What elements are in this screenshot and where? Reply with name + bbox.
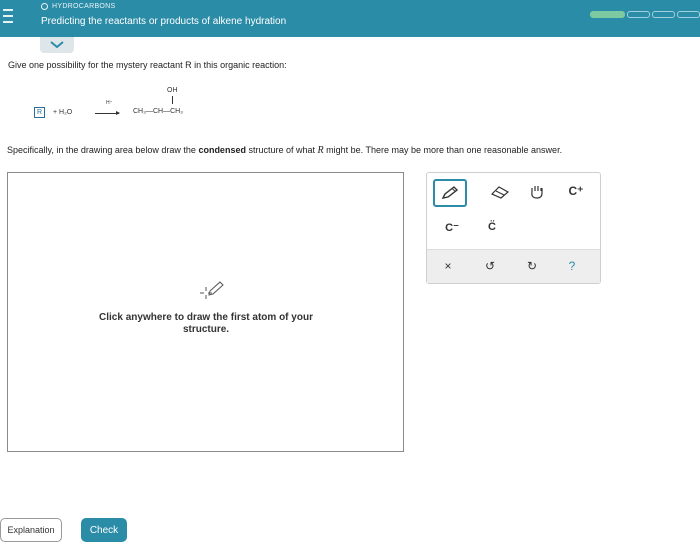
drawing-hint: Click anywhere to draw the first atom of…: [99, 312, 313, 335]
catalyst-label: H⁺: [106, 100, 113, 106]
instruction-part: structure of what: [245, 145, 318, 155]
eraser-tool[interactable]: [487, 181, 513, 203]
pencil-icon: [441, 186, 459, 199]
crosshair-pencil-icon: [200, 281, 224, 299]
menu-icon[interactable]: [3, 9, 15, 25]
carbocation-tool[interactable]: C⁺: [562, 179, 590, 203]
reaction-arrow: [95, 111, 120, 115]
page-title: Predicting the reactants or products of …: [41, 16, 287, 27]
progress-segment-done: [590, 11, 626, 18]
hand-tool[interactable]: [524, 181, 550, 203]
help-icon[interactable]: ?: [559, 255, 585, 277]
clear-icon[interactable]: ×: [435, 255, 461, 277]
topic-label: HYDROCARBONS: [41, 3, 116, 10]
topic-status-icon: [41, 3, 48, 10]
chevron-down-icon: [50, 41, 64, 49]
explanation-button[interactable]: Explanation: [0, 518, 62, 542]
drawing-area[interactable]: Click anywhere to draw the first atom of…: [7, 172, 404, 452]
progress-bar: [590, 11, 700, 18]
lone-pair-tool[interactable]: C̈: [479, 217, 505, 237]
progress-segment: [652, 11, 676, 18]
instruction-text: Specifically, in the drawing area below …: [7, 145, 562, 156]
instruction-part: Specifically, in the drawing area below …: [7, 145, 199, 155]
eraser-icon: [490, 186, 510, 199]
top-bar: HYDROCARBONS Predicting the reactants or…: [0, 0, 700, 37]
instruction-bold: condensed: [198, 145, 246, 155]
check-button[interactable]: Check: [81, 518, 127, 542]
redo-icon[interactable]: ↻: [519, 255, 545, 277]
carbanion-tool[interactable]: C⁻: [439, 217, 465, 237]
progress-segment: [627, 11, 651, 18]
progress-segment: [677, 11, 700, 18]
product-formula: CH₃—CH—CH₃: [133, 108, 184, 115]
collapse-tab[interactable]: [40, 37, 74, 53]
hand-icon: [531, 186, 543, 199]
reaction-equation: R + H₂O H⁺ OH CH₃—CH—CH₃: [34, 86, 234, 122]
hydroxyl-group: OH: [167, 87, 178, 94]
instruction-part: might be. There may be more than one rea…: [323, 145, 563, 155]
question-prompt: Give one possibility for the mystery rea…: [8, 60, 287, 70]
water-reagent: + H₂O: [53, 109, 73, 116]
topic-text: HYDROCARBONS: [52, 3, 116, 10]
undo-icon[interactable]: ↺: [477, 255, 503, 277]
bond-line: [172, 96, 173, 104]
tool-panel: C⁺ C⁻ C̈ × ↺ ↻ ?: [426, 172, 601, 284]
pencil-tool[interactable]: [433, 179, 467, 207]
mystery-reactant-box: R: [34, 107, 45, 118]
